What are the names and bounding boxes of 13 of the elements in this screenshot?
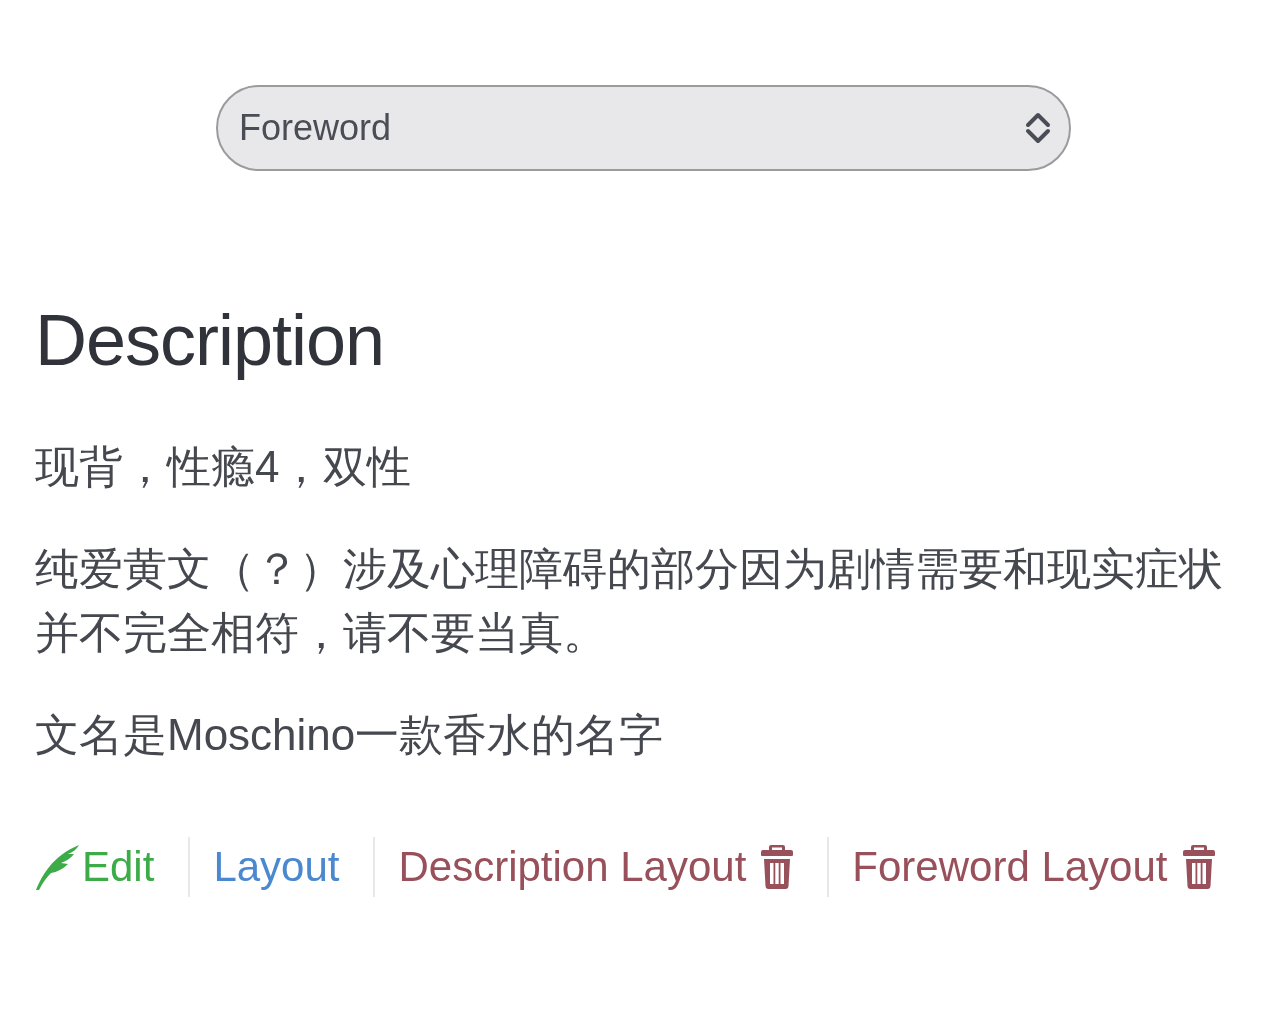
trash-icon bbox=[1182, 845, 1215, 890]
chevron-up-down-icon bbox=[1025, 112, 1051, 144]
feather-icon bbox=[35, 843, 79, 891]
edit-link[interactable]: Edit bbox=[35, 843, 155, 891]
layout-link[interactable]: Layout bbox=[213, 846, 340, 889]
delete-layout-link[interactable]: Description Layout bbox=[398, 845, 794, 890]
description-paragraph: 文名是Moschino一款香水的名字 bbox=[35, 709, 665, 762]
description-paragraph: 纯爱黄文（？）涉及心理障碍的部分因为剧情需要和现实症状并不完全相符，请不要当真。 bbox=[35, 543, 1224, 660]
section-heading: Description bbox=[35, 299, 386, 382]
delete-layout-link[interactable]: Foreword Layout bbox=[852, 845, 1215, 890]
description-paragraph: 现背，性瘾4，双性 bbox=[35, 441, 413, 494]
select-dropdown[interactable]: Foreword bbox=[216, 85, 1071, 171]
trash-icon bbox=[761, 845, 794, 890]
